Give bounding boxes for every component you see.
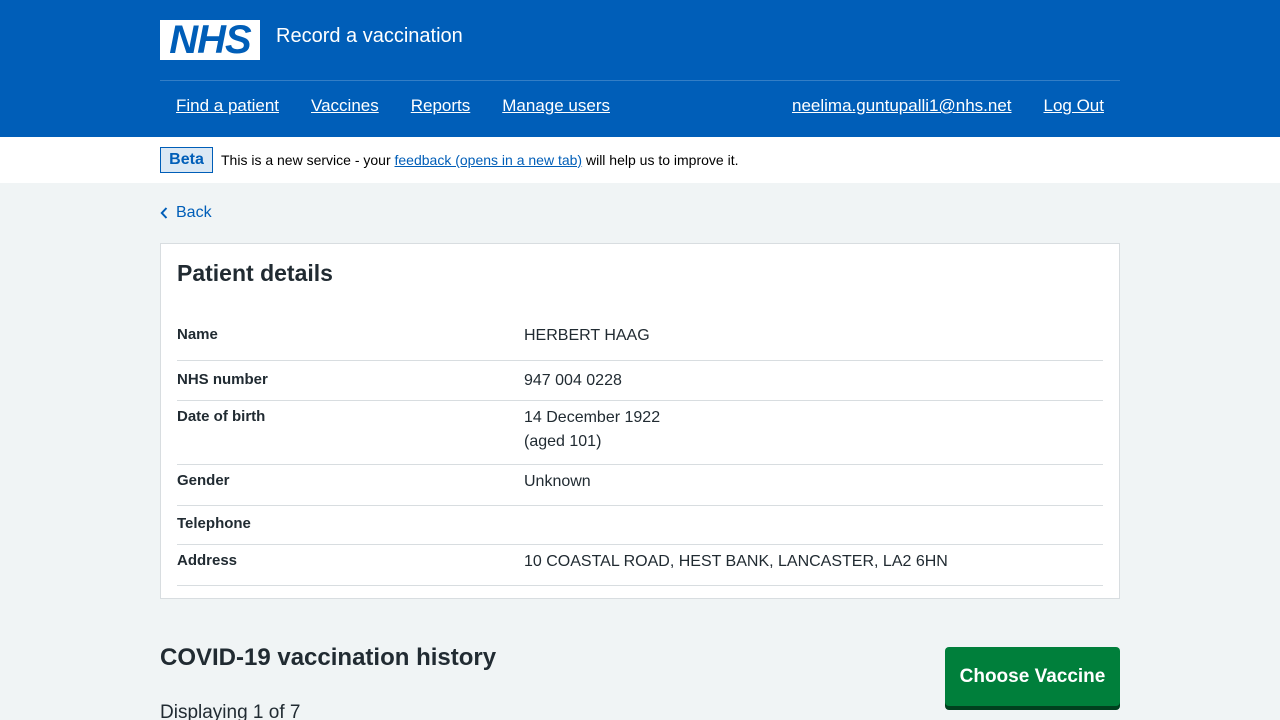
nav-find-a-patient[interactable]: Find a patient (176, 96, 279, 116)
vaccination-history-title: COVID-19 vaccination history (160, 644, 497, 671)
summary-key-gender: Gender (177, 472, 230, 489)
feedback-link[interactable]: feedback (opens in a new tab) (395, 152, 583, 168)
nhs-logo[interactable]: NHS (160, 20, 260, 60)
patient-details-title: Patient details (177, 260, 333, 286)
summary-value-name: HERBERT HAAG (524, 327, 650, 344)
beta-container: Beta This is a new service - your feedba… (160, 137, 1120, 183)
summary-row-address: Address 10 COASTAL ROAD, HEST BANK, LANC… (177, 545, 1103, 586)
patient-details-card: Patient details Name HERBERT HAAG NHS nu… (160, 243, 1120, 599)
summary-row-name: Name HERBERT HAAG (177, 318, 1103, 361)
service-name[interactable]: Record a vaccination (276, 25, 463, 48)
summary-row-nhs-number: NHS number 947 004 0228 (177, 361, 1103, 401)
summary-value-nhs-number: 947 004 0228 (524, 372, 622, 389)
nav-manage-users[interactable]: Manage users (502, 96, 610, 116)
beta-text-before: This is a new service - your (221, 152, 395, 168)
beta-tag: Beta (160, 147, 213, 173)
summary-value-address: 10 COASTAL ROAD, HEST BANK, LANCASTER, L… (524, 553, 948, 570)
summary-row-gender: Gender Unknown (177, 465, 1103, 506)
beta-text-after: will help us to improve it. (582, 152, 739, 168)
summary-key-date-of-birth: Date of birth (177, 408, 266, 425)
beta-banner: Beta This is a new service - your feedba… (0, 137, 1280, 183)
header-divider (160, 80, 1120, 81)
site-header: NHS Record a vaccination Find a patient … (0, 0, 1280, 137)
summary-key-nhs-number: NHS number (177, 371, 268, 388)
summary-value-date-of-birth: 14 December 1922 (aged 101) (524, 406, 1103, 464)
summary-value-gender: Unknown (524, 473, 591, 490)
choose-vaccine-button[interactable]: Choose Vaccine (945, 647, 1120, 706)
summary-key-address: Address (177, 552, 238, 569)
primary-nav: Find a patient Vaccines Reports Manage u… (176, 96, 642, 116)
nav-vaccines[interactable]: Vaccines (311, 96, 379, 116)
beta-text: This is a new service - your feedback (o… (221, 152, 738, 168)
date-of-birth-value: 14 December 1922 (524, 409, 661, 426)
back-link[interactable]: Back (160, 204, 212, 222)
header-container: NHS Record a vaccination Find a patient … (160, 0, 1120, 137)
nhs-logo-text: NHS (169, 18, 251, 62)
summary-row-date-of-birth: Date of birth 14 December 1922 (aged 101… (177, 401, 1103, 465)
age-value: (aged 101) (524, 433, 602, 450)
displaying-count: Displaying 1 of 7 (160, 702, 301, 720)
logout-link[interactable]: Log Out (1044, 96, 1105, 116)
back-label: Back (176, 204, 212, 221)
nav-reports[interactable]: Reports (411, 96, 471, 116)
summary-key-name: Name (177, 326, 218, 343)
patient-summary-list: Name HERBERT HAAG NHS number 947 004 022… (177, 318, 1103, 586)
summary-row-telephone: Telephone (177, 506, 1103, 545)
summary-value-telephone (524, 513, 1103, 544)
chevron-left-icon (160, 207, 168, 219)
account-nav: neelima.guntupalli1@nhs.net Log Out (760, 96, 1104, 116)
user-email-link[interactable]: neelima.guntupalli1@nhs.net (792, 96, 1012, 116)
summary-key-telephone: Telephone (177, 515, 251, 532)
